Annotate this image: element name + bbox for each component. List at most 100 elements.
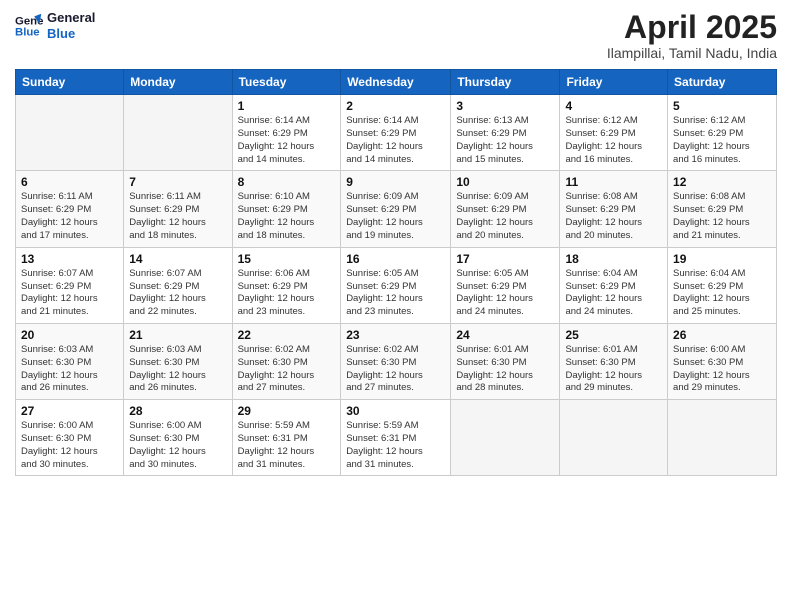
calendar-cell: 3Sunrise: 6:13 AM Sunset: 6:29 PM Daylig… [451,95,560,171]
day-info: Sunrise: 6:11 AM Sunset: 6:29 PM Dayligh… [21,191,118,242]
day-number: 17 [456,252,554,266]
calendar-week-3: 13 Sunrise: 6:07 AM Sunset: 6:29 PM Dayli… [16,247,777,323]
calendar-cell: 8Sunrise: 6:10 AM Sunset: 6:29 PM Daylig… [232,171,341,247]
calendar-week-2: 6Sunrise: 6:11 AM Sunset: 6:29 PM Daylig… [16,171,777,247]
day-number: 19 [673,252,771,266]
day-info: Sunrise: 6:04 AM Sunset: 6:29 PM Dayligh… [673,268,771,319]
day-info: Sunrise: 6:02 AM Sunset: 6:30 PM Dayligh… [238,344,336,395]
calendar-cell: 21Sunrise: 6:03 AM Sunset: 6:30 PM Dayli… [124,323,232,399]
day-number: 22 [238,328,336,342]
day-info: Sunrise: 6:01 AM Sunset: 6:30 PM Dayligh… [565,344,662,395]
calendar-cell: 18 Sunrise: 6:04 AM Sunset: 6:29 PM Dayli… [560,247,668,323]
calendar-cell: 30Sunrise: 5:59 AM Sunset: 6:31 PM Dayli… [341,400,451,476]
day-info: Sunrise: 5:59 AM Sunset: 6:31 PM Dayligh… [238,420,336,471]
day-number: 20 [21,328,118,342]
day-number: 15 [238,252,336,266]
calendar-cell: 17 Sunrise: 6:05 AM Sunset: 6:29 PM Dayli… [451,247,560,323]
day-number: 10 [456,175,554,189]
day-info: Sunrise: 6:01 AM Sunset: 6:30 PM Dayligh… [456,344,554,395]
day-info: Sunrise: 6:08 AM Sunset: 6:29 PM Dayligh… [673,191,771,242]
col-sunday: Sunday [16,70,124,95]
logo-text: General Blue [47,10,95,41]
day-number: 26 [673,328,771,342]
day-info: Sunrise: 6:09 AM Sunset: 6:29 PM Dayligh… [456,191,554,242]
day-info: Sunrise: 6:14 AM Sunset: 6:29 PM Dayligh… [238,115,336,166]
calendar-week-5: 27 Sunrise: 6:00 AM Sunset: 6:30 PM Dayli… [16,400,777,476]
calendar-cell: 27 Sunrise: 6:00 AM Sunset: 6:30 PM Dayli… [16,400,124,476]
day-info: Sunrise: 6:14 AM Sunset: 6:29 PM Dayligh… [346,115,445,166]
day-info: Sunrise: 6:06 AM Sunset: 6:29 PM Dayligh… [238,268,336,319]
calendar-cell: 5Sunrise: 6:12 AM Sunset: 6:29 PM Daylig… [668,95,777,171]
day-number: 13 [21,252,118,266]
day-number: 1 [238,99,336,113]
day-number: 24 [456,328,554,342]
calendar-cell: 14 Sunrise: 6:07 AM Sunset: 6:29 PM Dayli… [124,247,232,323]
calendar-cell [16,95,124,171]
page-title: April 2025 [607,10,777,45]
day-info: Sunrise: 6:04 AM Sunset: 6:29 PM Dayligh… [565,268,662,319]
day-info: Sunrise: 6:00 AM Sunset: 6:30 PM Dayligh… [21,420,118,471]
day-info: Sunrise: 6:07 AM Sunset: 6:29 PM Dayligh… [21,268,118,319]
day-number: 29 [238,404,336,418]
day-info: Sunrise: 6:00 AM Sunset: 6:30 PM Dayligh… [673,344,771,395]
calendar-cell: 23 Sunrise: 6:02 AM Sunset: 6:30 PM Dayli… [341,323,451,399]
page-subtitle: Ilampillai, Tamil Nadu, India [607,45,777,61]
day-number: 9 [346,175,445,189]
day-info: Sunrise: 6:07 AM Sunset: 6:29 PM Dayligh… [129,268,226,319]
day-info: Sunrise: 6:05 AM Sunset: 6:29 PM Dayligh… [346,268,445,319]
logo-icon: General Blue [15,12,43,40]
calendar-cell: 29 Sunrise: 5:59 AM Sunset: 6:31 PM Dayli… [232,400,341,476]
col-saturday: Saturday [668,70,777,95]
day-number: 4 [565,99,662,113]
svg-text:Blue: Blue [15,26,40,38]
day-number: 16 [346,252,445,266]
calendar-cell: 4 Sunrise: 6:12 AM Sunset: 6:29 PM Daylig… [560,95,668,171]
day-info: Sunrise: 6:08 AM Sunset: 6:29 PM Dayligh… [565,191,662,242]
title-block: April 2025 Ilampillai, Tamil Nadu, India [607,10,777,61]
calendar-table: Sunday Monday Tuesday Wednesday Thursday… [15,69,777,476]
day-info: Sunrise: 6:00 AM Sunset: 6:30 PM Dayligh… [129,420,226,471]
logo-blue: Blue [47,26,75,41]
day-info: Sunrise: 6:03 AM Sunset: 6:30 PM Dayligh… [21,344,118,395]
day-number: 7 [129,175,226,189]
calendar-cell [560,400,668,476]
calendar-cell [451,400,560,476]
day-info: Sunrise: 5:59 AM Sunset: 6:31 PM Dayligh… [346,420,445,471]
day-number: 14 [129,252,226,266]
col-friday: Friday [560,70,668,95]
day-number: 23 [346,328,445,342]
calendar-cell: 15 Sunrise: 6:06 AM Sunset: 6:29 PM Dayli… [232,247,341,323]
calendar-cell [668,400,777,476]
day-info: Sunrise: 6:11 AM Sunset: 6:29 PM Dayligh… [129,191,226,242]
calendar-week-1: 1 Sunrise: 6:14 AM Sunset: 6:29 PM Daylig… [16,95,777,171]
day-number: 11 [565,175,662,189]
day-info: Sunrise: 6:09 AM Sunset: 6:29 PM Dayligh… [346,191,445,242]
calendar-cell: 20 Sunrise: 6:03 AM Sunset: 6:30 PM Dayli… [16,323,124,399]
day-info: Sunrise: 6:05 AM Sunset: 6:29 PM Dayligh… [456,268,554,319]
calendar-header-row: Sunday Monday Tuesday Wednesday Thursday… [16,70,777,95]
calendar-cell: 11 Sunrise: 6:08 AM Sunset: 6:29 PM Dayli… [560,171,668,247]
calendar-cell: 9 Sunrise: 6:09 AM Sunset: 6:29 PM Daylig… [341,171,451,247]
day-number: 28 [129,404,226,418]
calendar-cell: 25Sunrise: 6:01 AM Sunset: 6:30 PM Dayli… [560,323,668,399]
calendar-cell: 13 Sunrise: 6:07 AM Sunset: 6:29 PM Dayli… [16,247,124,323]
col-wednesday: Wednesday [341,70,451,95]
day-number: 27 [21,404,118,418]
day-number: 2 [346,99,445,113]
calendar-week-4: 20 Sunrise: 6:03 AM Sunset: 6:30 PM Dayli… [16,323,777,399]
calendar-cell: 12Sunrise: 6:08 AM Sunset: 6:29 PM Dayli… [668,171,777,247]
header: General Blue General Blue April 2025 Ila… [15,10,777,61]
day-number: 8 [238,175,336,189]
day-number: 21 [129,328,226,342]
day-info: Sunrise: 6:12 AM Sunset: 6:29 PM Dayligh… [565,115,662,166]
col-tuesday: Tuesday [232,70,341,95]
calendar-cell: 6Sunrise: 6:11 AM Sunset: 6:29 PM Daylig… [16,171,124,247]
calendar-cell: 24 Sunrise: 6:01 AM Sunset: 6:30 PM Dayli… [451,323,560,399]
day-info: Sunrise: 6:02 AM Sunset: 6:30 PM Dayligh… [346,344,445,395]
calendar-cell: 16 Sunrise: 6:05 AM Sunset: 6:29 PM Dayli… [341,247,451,323]
day-number: 3 [456,99,554,113]
calendar-cell: 7 Sunrise: 6:11 AM Sunset: 6:29 PM Daylig… [124,171,232,247]
calendar-cell: 10 Sunrise: 6:09 AM Sunset: 6:29 PM Dayli… [451,171,560,247]
day-number: 18 [565,252,662,266]
calendar-cell: 22 Sunrise: 6:02 AM Sunset: 6:30 PM Dayli… [232,323,341,399]
